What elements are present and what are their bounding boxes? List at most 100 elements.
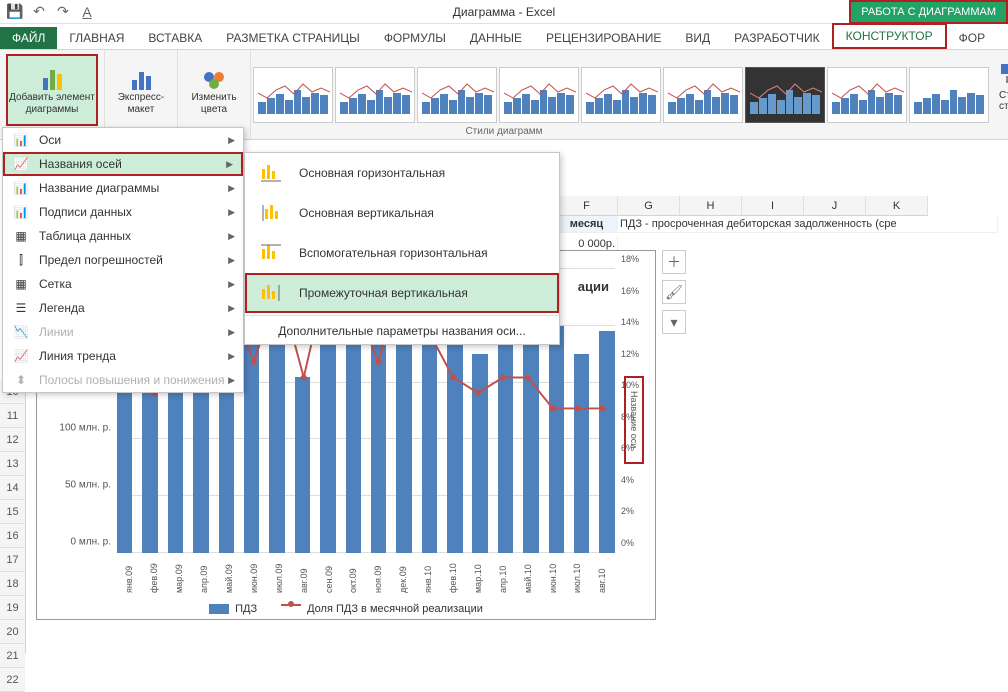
chart-styles-gallery — [251, 50, 991, 139]
row-header-19[interactable]: 19 — [0, 596, 25, 620]
chart-style-8[interactable] — [827, 67, 907, 123]
menu-legend[interactable]: ☰Легенда▶ — [3, 296, 243, 320]
chevron-right-icon: ▶ — [228, 231, 235, 242]
chart-style-7[interactable] — [745, 67, 825, 123]
tab-view[interactable]: ВИД — [673, 27, 722, 49]
chart-style-1[interactable] — [253, 67, 333, 123]
chart-filters-button[interactable]: ▾ — [662, 310, 686, 334]
tab-review[interactable]: РЕЦЕНЗИРОВАНИЕ — [534, 27, 673, 49]
y2-tick: 2% — [621, 506, 634, 516]
chart-style-2[interactable] — [335, 67, 415, 123]
x-tick: июн.10 — [548, 579, 558, 593]
tab-developer[interactable]: РАЗРАБОТЧИК — [722, 27, 832, 49]
tab-format[interactable]: ФОР — [947, 27, 997, 49]
x-tick: фев.10 — [448, 579, 458, 593]
x-tick: май.09 — [224, 579, 234, 593]
col-header-K[interactable]: K — [866, 196, 928, 216]
chart-style-4[interactable] — [499, 67, 579, 123]
data-labels-icon: 📊 — [11, 204, 31, 220]
switch-row-col-label: Строк столб — [999, 90, 1008, 112]
x-tick: янв.09 — [124, 579, 134, 593]
chart-style-3[interactable] — [417, 67, 497, 123]
row-header-18[interactable]: 18 — [0, 572, 25, 596]
cell-G1[interactable]: ПДЗ - просроченная дебиторская задолженн… — [618, 216, 998, 233]
submenu-secondary-vertical[interactable]: Промежуточная вертикальная — [245, 273, 559, 313]
row-header-16[interactable]: 16 — [0, 524, 25, 548]
axis-title-text: Название оси — [629, 391, 639, 448]
row-1-visible: месяц ПДЗ - просроченная дебиторская зад… — [556, 216, 998, 233]
ribbon-group-express: Экспресс-макет — [105, 50, 178, 139]
quick-layout-button[interactable]: Экспресс-макет — [111, 54, 171, 126]
menu-data-labels[interactable]: 📊Подписи данных▶ — [3, 200, 243, 224]
menu-axis-titles[interactable]: 📈Названия осей▶ — [3, 152, 243, 176]
menu-chart-title[interactable]: 📊Название диаграммы▶ — [3, 176, 243, 200]
submenu-secondary-horizontal[interactable]: Вспомогательная горизонтальная — [245, 233, 559, 273]
chart-styles-button[interactable]: 🖌 — [662, 280, 686, 304]
quick-access-toolbar: 💾 ↶ ↷ A — [0, 3, 96, 21]
ribbon-tabs: ФАЙЛ ГЛАВНАЯ ВСТАВКА РАЗМЕТКА СТРАНИЦЫ Ф… — [0, 24, 1008, 50]
chevron-right-icon: ▶ — [228, 135, 235, 146]
row-header-17[interactable]: 17 — [0, 548, 25, 572]
funnel-icon: ▾ — [670, 314, 677, 331]
col-header-H[interactable]: H — [680, 196, 742, 216]
menu-trendline[interactable]: 📈Линия тренда▶ — [3, 344, 243, 368]
row-header-12[interactable]: 12 — [0, 428, 25, 452]
submenu-primary-horizontal[interactable]: Основная горизонтальная — [245, 153, 559, 193]
tab-insert[interactable]: ВСТАВКА — [136, 27, 214, 49]
x-tick: июл.09 — [274, 579, 284, 593]
swatch-line — [281, 604, 301, 614]
chart-style-6[interactable] — [663, 67, 743, 123]
menu-error-bars[interactable]: ⫿Предел погрешностей▶ — [3, 248, 243, 272]
tab-design[interactable]: КОНСТРУКТОР — [832, 23, 947, 49]
y2-tick: 18% — [621, 254, 639, 264]
row-header-15[interactable]: 15 — [0, 500, 25, 524]
tab-formulas[interactable]: ФОРМУЛЫ — [372, 27, 458, 49]
save-icon[interactable]: 💾 — [6, 3, 24, 21]
add-chart-element-button[interactable]: Добавить элемент диаграммы — [6, 54, 98, 126]
x-tick: май.10 — [523, 579, 533, 593]
legend-pdz[interactable]: ПДЗ — [209, 603, 257, 615]
ribbon-switch-rowcol[interactable]: Строк столб — [991, 50, 1008, 139]
row-header-21[interactable]: 21 — [0, 644, 25, 668]
cell-F1[interactable]: месяц — [556, 216, 618, 233]
chart-style-5[interactable] — [581, 67, 661, 123]
y2-tick: 4% — [621, 475, 634, 485]
menu-data-table[interactable]: ▦Таблица данных▶ — [3, 224, 243, 248]
chart-tools-tab-label[interactable]: РАБОТА С ДИАГРАММАМ — [849, 0, 1008, 24]
tab-file[interactable]: ФАЙЛ — [0, 27, 57, 49]
add-chart-element-label: Добавить элемент диаграммы — [8, 92, 96, 116]
col-header-I[interactable]: I — [742, 196, 804, 216]
menu-axes[interactable]: 📊Оси▶ — [3, 128, 243, 152]
palette-icon — [199, 64, 229, 90]
error-bars-icon: ⫿ — [11, 252, 31, 268]
change-colors-button[interactable]: Изменить цвета — [184, 54, 244, 126]
col-header-J[interactable]: J — [804, 196, 866, 216]
row-header-20[interactable]: 20 — [0, 620, 25, 644]
secondary-axis-title-placeholder[interactable]: Название оси — [624, 376, 644, 464]
submenu-more-options[interactable]: Дополнительные параметры названия оси... — [245, 318, 559, 344]
menu-gridlines[interactable]: ▦Сетка▶ — [3, 272, 243, 296]
tab-data[interactable]: ДАННЫЕ — [458, 27, 534, 49]
y2-tick: 16% — [621, 286, 639, 296]
switch-row-col-icon — [999, 62, 1008, 90]
row-header-14[interactable]: 14 — [0, 476, 25, 500]
tab-home[interactable]: ГЛАВНАЯ — [57, 27, 136, 49]
chevron-right-icon: ▶ — [226, 159, 233, 170]
chart-elements-button[interactable]: ＋ — [662, 250, 686, 274]
row-header-22[interactable]: 22 — [0, 668, 25, 692]
tab-page-layout[interactable]: РАЗМЕТКА СТРАНИЦЫ — [214, 27, 372, 49]
row-header-11[interactable]: 11 — [0, 404, 25, 428]
col-header-F[interactable]: F — [556, 196, 618, 216]
menu-lines: 📉Линии▶ — [3, 320, 243, 344]
y-tick: 0 млн. р. — [71, 537, 111, 548]
legend-share[interactable]: Доля ПДЗ в месячной реализации — [281, 603, 483, 615]
font-color-icon[interactable]: A — [78, 3, 96, 21]
redo-icon[interactable]: ↷ — [54, 3, 72, 21]
chart-style-9[interactable] — [909, 67, 989, 123]
undo-icon[interactable]: ↶ — [30, 3, 48, 21]
col-header-G[interactable]: G — [618, 196, 680, 216]
submenu-primary-vertical[interactable]: Основная вертикальная — [245, 193, 559, 233]
row-header-13[interactable]: 13 — [0, 452, 25, 476]
y-tick: 50 млн. р. — [65, 480, 111, 491]
x-tick: дек.09 — [398, 579, 408, 593]
